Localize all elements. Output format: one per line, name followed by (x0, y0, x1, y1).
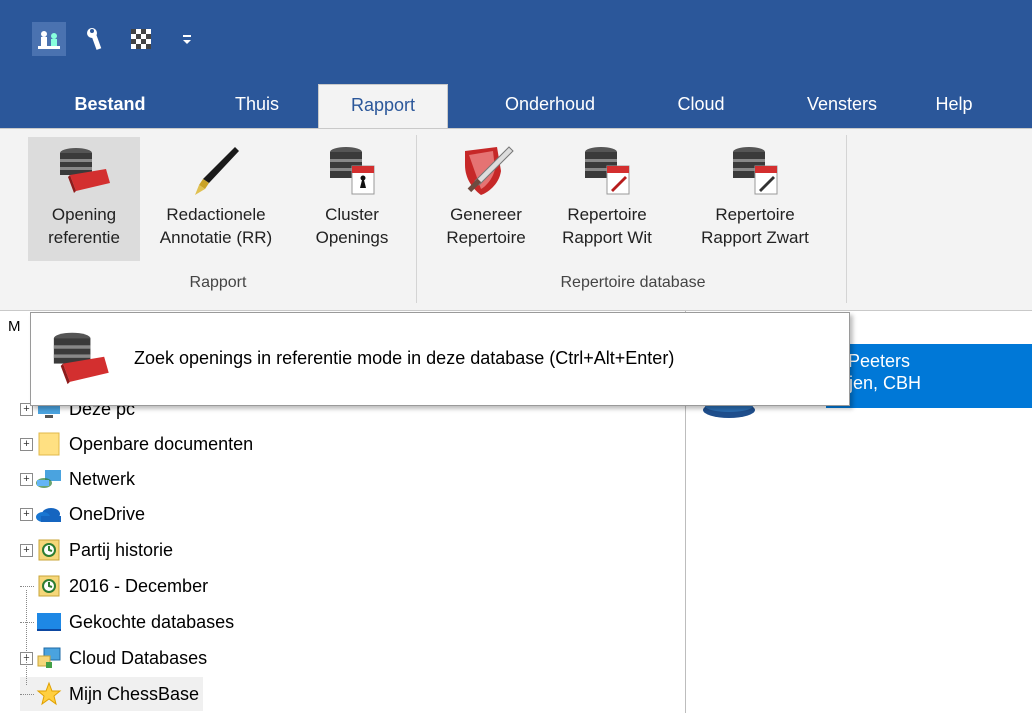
tab-help[interactable]: Help (918, 84, 990, 128)
folder-icon (35, 431, 63, 457)
opening-referentie-button[interactable]: Opening referentie (28, 137, 140, 261)
pane-header-fragment: M (8, 318, 21, 335)
database-book-icon (47, 327, 111, 391)
tooltip: Zoek openings in referentie mode in deze… (30, 312, 850, 406)
genereer-repertoire-button[interactable]: Genereer Repertoire (430, 137, 542, 261)
tree-connector-line (26, 590, 27, 685)
group-label-repertoire-database: Repertoire database (560, 274, 706, 291)
button-label-line1: Repertoire (715, 205, 795, 224)
expand-icon[interactable]: + (20, 437, 33, 451)
tree-item-label: Cloud Databases (69, 647, 208, 668)
expand-icon[interactable]: + (20, 543, 33, 557)
wrench-icon[interactable] (78, 22, 112, 56)
group-separator (416, 135, 417, 303)
tree-item-label: Gekochte databases (69, 611, 235, 632)
button-label-line2: Rapport Zwart (701, 228, 809, 247)
group-label-rapport: Rapport (189, 274, 247, 291)
database-rpt-black-icon (670, 137, 840, 203)
tree-item-label: OneDrive (69, 503, 146, 524)
button-label-line2: referentie (48, 228, 120, 247)
history-icon (35, 537, 63, 563)
expand-icon[interactable]: + (20, 472, 33, 486)
fountain-pen-icon (146, 137, 286, 203)
selected-item-line1: s Peeters (834, 351, 911, 371)
star-icon (35, 681, 63, 707)
tab-thuis[interactable]: Thuis (212, 84, 302, 128)
cloud-icon (35, 501, 63, 527)
database-rpt-icon (296, 137, 408, 203)
cluster-openings-button[interactable]: Cluster Openings (296, 137, 408, 261)
title-bar: Bestand Thuis Rapport Onderhoud Cloud Ve… (0, 0, 1032, 130)
button-label-line1: Genereer (450, 205, 522, 224)
tree-item-partij-historie[interactable]: + Partij historie (20, 533, 173, 567)
repertoire-rapport-zwart-button[interactable]: Repertoire Rapport Zwart (670, 137, 840, 261)
tree-item-label: Netwerk (69, 468, 136, 489)
tree-item-onedrive[interactable]: + OneDrive (20, 497, 145, 531)
ribbon: Opening referentie Redactionele Annotati… (0, 128, 1032, 311)
group-separator (846, 135, 847, 303)
network-icon (35, 466, 63, 492)
tree-item-mijn-chessbase[interactable]: Mijn ChessBase (20, 677, 204, 711)
expand-icon[interactable]: + (20, 507, 33, 521)
tree-connector (20, 585, 34, 587)
ribbon-tabs: Bestand Thuis Rapport Onderhoud Cloud Ve… (0, 84, 1032, 130)
selected-item-line2: rtijen, CBH (834, 373, 922, 393)
database-rpt-white-icon (546, 137, 668, 203)
button-label-line2: Openings (315, 228, 389, 247)
button-label-line1: Repertoire (567, 205, 647, 224)
button-label-line1: Opening (51, 205, 117, 224)
tab-bestand[interactable]: Bestand (62, 84, 158, 128)
tree-item-2016-december[interactable]: 2016 - December (20, 569, 208, 603)
button-label-line1: Redactionele (166, 205, 266, 224)
selected-database-item[interactable]: s Peeters rtijen, CBH (826, 344, 1032, 408)
chess-pieces-icon[interactable] (32, 22, 66, 56)
history-icon (35, 573, 63, 599)
button-label-line2: Rapport Wit (562, 228, 652, 247)
tree-item-netwerk[interactable]: + Netwerk (20, 462, 135, 496)
tree-item-openbare-documenten[interactable]: + Openbare documenten (20, 427, 253, 461)
tree-item-label: Partij historie (69, 539, 174, 560)
button-label-line1: Cluster (325, 205, 379, 224)
tree-connector (20, 693, 34, 695)
database-book-icon (28, 137, 140, 203)
cloud-database-icon (35, 645, 63, 671)
shield-sword-icon (430, 137, 542, 203)
tree-item-label: Mijn ChessBase (69, 683, 200, 704)
tree-item-cloud-databases[interactable]: + Cloud Databases (20, 641, 207, 675)
tab-cloud[interactable]: Cloud (660, 84, 742, 128)
quick-access-toolbar (32, 22, 204, 56)
customize-dropdown-icon[interactable] (170, 22, 204, 56)
monitor-icon (35, 609, 63, 635)
tree-item-label: Openbare documenten (69, 433, 254, 454)
button-label-line2: Repertoire (446, 228, 526, 247)
button-label-line2: Annotatie (RR) (159, 228, 273, 247)
tooltip-text: Zoek openings in referentie mode in deze… (134, 348, 675, 368)
tree-item-gekochte-databases[interactable]: Gekochte databases (20, 605, 234, 639)
tab-vensters[interactable]: Vensters (782, 84, 902, 128)
repertoire-rapport-wit-button[interactable]: Repertoire Rapport Wit (546, 137, 668, 261)
tab-onderhoud[interactable]: Onderhoud (484, 84, 616, 128)
chessboard-icon[interactable] (124, 22, 158, 56)
tree-item-label: 2016 - December (69, 575, 209, 596)
tab-rapport[interactable]: Rapport (318, 84, 448, 130)
redactionele-annotatie-button[interactable]: Redactionele Annotatie (RR) (146, 137, 286, 261)
